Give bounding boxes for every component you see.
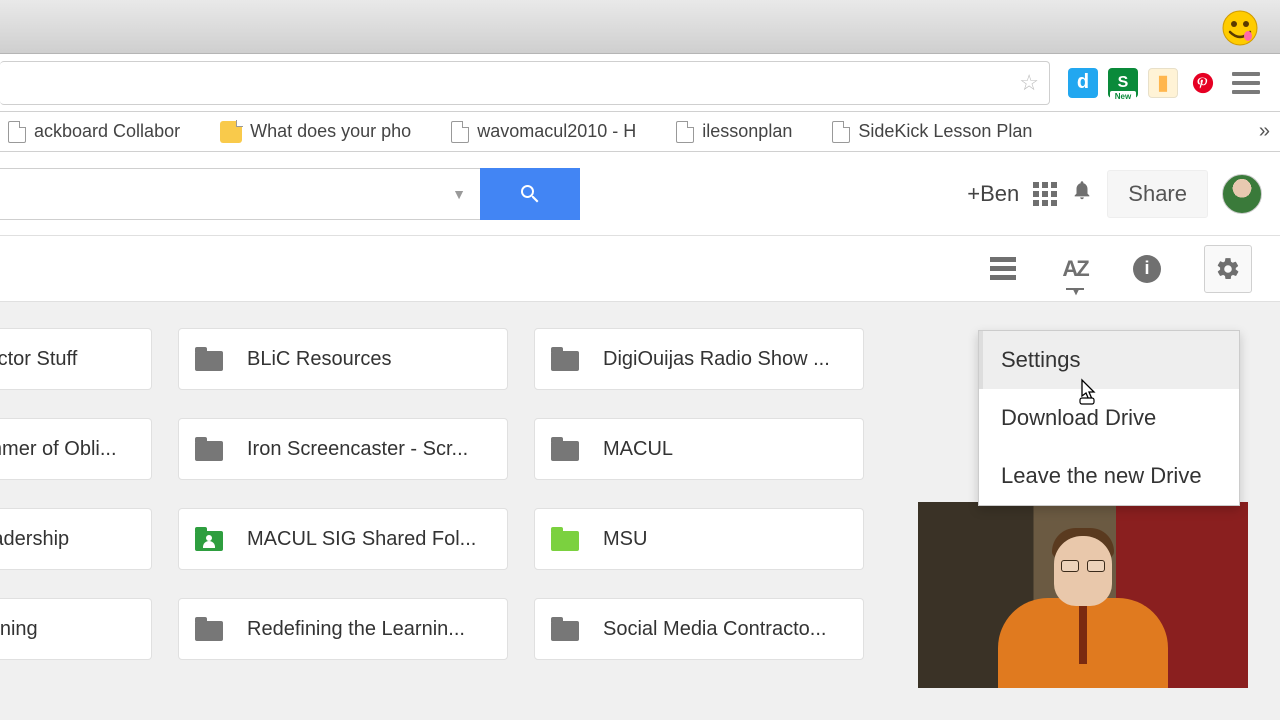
notifications-icon[interactable] [1071, 177, 1093, 210]
folder-label: ayful Learning [0, 618, 38, 641]
share-button[interactable]: Share [1107, 170, 1208, 218]
folder-item[interactable]: MSU [534, 508, 864, 570]
folder-item[interactable]: MACUL SIG Shared Fol... [178, 508, 508, 570]
pinterest-extension-icon[interactable] [1188, 68, 1218, 98]
snew-extension-icon[interactable]: S [1108, 68, 1138, 98]
folder-item[interactable]: ACUL Leadership [0, 508, 152, 570]
settings-dropdown: SettingsDownload DriveLeave the new Driv… [978, 330, 1240, 506]
bookmark-label: ackboard Collabor [34, 121, 180, 142]
folder-icon [551, 347, 579, 371]
folder-item[interactable]: DigiOuijas Radio Show ... [534, 328, 864, 390]
browser-url-row: ☆ d S ▮ [0, 54, 1280, 112]
info-icon[interactable]: i [1132, 254, 1162, 284]
bookmark-star-icon[interactable]: ☆ [1019, 70, 1039, 96]
folder-label: MSU [603, 528, 647, 551]
folder-label: ACUL Leadership [0, 528, 69, 551]
settings-menu-item[interactable]: Download Drive [979, 389, 1239, 447]
smiley-icon [1222, 10, 1258, 46]
browser-titlebar [0, 0, 1280, 54]
search-input[interactable]: ▼ [0, 168, 480, 220]
settings-menu-item[interactable]: Leave the new Drive [979, 447, 1239, 505]
file-extension-icon[interactable]: ▮ [1148, 68, 1178, 98]
folder-icon [551, 527, 579, 551]
account-avatar[interactable] [1222, 174, 1262, 214]
extension-icons: d S ▮ [1056, 68, 1280, 98]
bookmark-doc-icon [451, 121, 469, 143]
bookmark-doc-icon [676, 121, 694, 143]
shared-folder-icon [195, 527, 223, 551]
bookmarks-overflow-icon[interactable]: » [1259, 120, 1270, 143]
folder-item[interactable]: MACUL [534, 418, 864, 480]
folder-item[interactable]: Social Media Contracto... [534, 598, 864, 660]
bookmark-label: wavomacul2010 - H [477, 121, 636, 142]
sort-az-icon[interactable]: AZ [1060, 254, 1090, 284]
search-button[interactable] [480, 168, 580, 220]
folder-item[interactable]: BLiC Resources [178, 328, 508, 390]
drive-toolbar: AZ i [0, 236, 1280, 302]
folder-label: Iron Screencaster - Scr... [247, 438, 468, 461]
settings-gear-button[interactable] [1204, 245, 1252, 293]
folder-label: Social Media Contracto... [603, 618, 826, 641]
folder-icon [195, 437, 223, 461]
gear-icon [1215, 256, 1241, 282]
list-view-icon[interactable] [988, 254, 1018, 284]
bookmark-label: ilessonplan [702, 121, 792, 142]
folder-icon [551, 617, 579, 641]
folder-icon [195, 617, 223, 641]
folder-label: BLiC Resources [247, 348, 392, 371]
magnify-icon [518, 182, 542, 206]
bookmark-item[interactable]: What does your pho [220, 121, 411, 143]
folder-item[interactable]: LiC Instructor Stuff [0, 328, 152, 390]
bookmark-label: What does your pho [250, 121, 411, 142]
folder-label: Redefining the Learnin... [247, 618, 465, 641]
search-wrap: ▼ [0, 168, 580, 220]
settings-menu-item[interactable]: Settings [979, 331, 1239, 389]
folder-icon [195, 347, 223, 371]
app-header: ▼ +Ben Share [0, 152, 1280, 236]
folder-label: MACUL [603, 438, 673, 461]
bookmark-item[interactable]: wavomacul2010 - H [451, 121, 636, 143]
folder-item[interactable]: ayful Learning [0, 598, 152, 660]
webcam-overlay [918, 502, 1248, 688]
folder-label: DigiOuijas Radio Show ... [603, 348, 830, 371]
bookmark-item[interactable]: ackboard Collabor [8, 121, 180, 143]
folder-icon [551, 437, 579, 461]
bookmark-doc-icon [220, 121, 242, 143]
folder-label: s106 Summer of Obli... [0, 438, 117, 461]
bookmark-label: SideKick Lesson Plan [858, 121, 1032, 142]
folder-label: LiC Instructor Stuff [0, 348, 77, 371]
bookmark-item[interactable]: SideKick Lesson Plan [832, 121, 1032, 143]
folder-label: MACUL SIG Shared Fol... [247, 528, 476, 551]
folder-item[interactable]: Iron Screencaster - Scr... [178, 418, 508, 480]
apps-grid-icon[interactable] [1033, 182, 1057, 206]
diigo-extension-icon[interactable]: d [1068, 68, 1098, 98]
url-input[interactable]: ☆ [0, 61, 1050, 105]
bookmark-doc-icon [8, 121, 26, 143]
folder-item[interactable]: s106 Summer of Obli... [0, 418, 152, 480]
search-dropdown-icon[interactable]: ▼ [452, 186, 466, 202]
browser-menu-icon[interactable] [1232, 72, 1260, 94]
bookmarks-bar: ackboard Collabor What does your pho wavom… [0, 112, 1280, 152]
google-plus-link[interactable]: +Ben [967, 181, 1019, 207]
bookmark-item[interactable]: ilessonplan [676, 121, 792, 143]
bookmark-doc-icon [832, 121, 850, 143]
folder-item[interactable]: Redefining the Learnin... [178, 598, 508, 660]
